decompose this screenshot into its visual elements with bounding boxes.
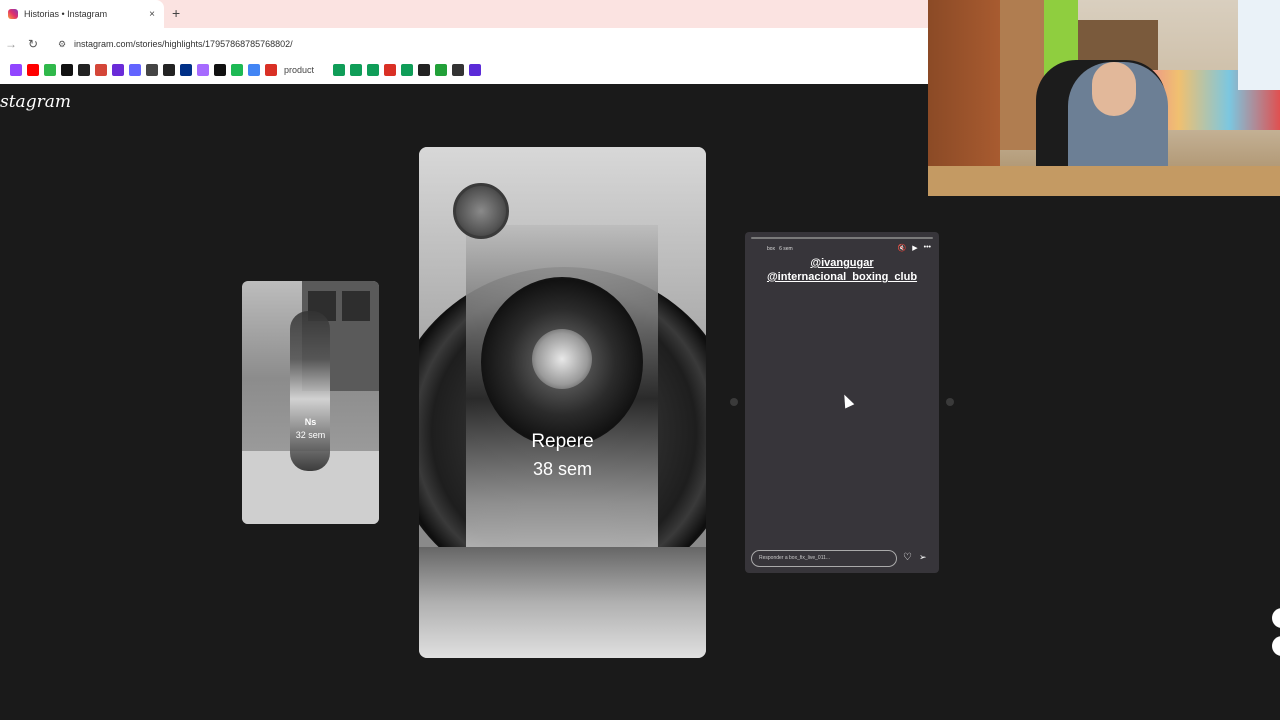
youtube-icon[interactable]: [27, 64, 39, 76]
send-icon[interactable]: ➢: [919, 552, 927, 563]
url-field[interactable]: ⚙ instagram.com/stories/highlights/17957…: [50, 32, 910, 56]
mention-sticker[interactable]: @ivangugar @internacional_boxing_club: [745, 256, 939, 284]
paypal-icon[interactable]: [180, 64, 192, 76]
story-username: Repere: [531, 431, 594, 452]
instagram-logo[interactable]: stagram: [0, 92, 71, 112]
heart-icon[interactable]: ♡: [903, 552, 912, 563]
infinity-icon[interactable]: [146, 64, 158, 76]
more-options-icon[interactable]: •••: [924, 244, 931, 252]
story-label: Repere 38 sem: [419, 431, 706, 480]
story-timestamp: 32 sem: [295, 430, 326, 440]
sheet-icon[interactable]: [401, 64, 414, 76]
twitch-icon[interactable]: [10, 64, 22, 76]
story-preview-left[interactable]: Ns 32 sem: [242, 281, 379, 524]
spotify-icon[interactable]: [231, 64, 243, 76]
mastodon-icon[interactable]: [129, 64, 141, 76]
address-bar: → ↻ ⚙ instagram.com/stories/highlights/1…: [0, 30, 928, 58]
reload-button[interactable]: ↻: [22, 37, 44, 51]
story-preview-main[interactable]: Repere 38 sem: [419, 147, 706, 658]
close-icon[interactable]: ×: [146, 9, 158, 20]
whatsapp-icon[interactable]: [163, 64, 175, 76]
play-icon[interactable]: ▶: [912, 244, 917, 252]
story-header: box 6 sem: [767, 246, 793, 252]
story-thumbnail-image: [290, 311, 330, 471]
c-logo-icon[interactable]: [384, 64, 397, 76]
c-logo-icon[interactable]: [265, 64, 277, 76]
dollar-icon[interactable]: [452, 64, 465, 76]
app-38-icon[interactable]: [44, 64, 56, 76]
bookmark-icon[interactable]: [112, 64, 124, 76]
threads-icon[interactable]: [78, 64, 90, 76]
k-icon[interactable]: [435, 64, 448, 76]
story-timestamp: 38 sem: [532, 459, 593, 479]
gmail-icon[interactable]: [95, 64, 107, 76]
mention-link[interactable]: @ivangugar: [745, 256, 939, 270]
site-info-icon[interactable]: ⚙: [58, 39, 68, 49]
tab-title: Historias • Instagram: [24, 9, 108, 19]
bookmarks-bar: product: [10, 62, 482, 78]
story-controls: 🔇 ▶ •••: [898, 244, 931, 252]
avatar: [453, 183, 509, 239]
sheet-icon[interactable]: [333, 64, 346, 76]
side-handle: [1272, 608, 1280, 628]
square-icon[interactable]: [469, 64, 482, 76]
story-username[interactable]: box: [767, 246, 775, 252]
next-story-button[interactable]: [946, 398, 954, 406]
side-handle: [1272, 636, 1280, 656]
sheet-icon[interactable]: [350, 64, 363, 76]
forward-button[interactable]: →: [0, 37, 22, 51]
story-progress-bar: [751, 237, 933, 239]
tiktok-icon[interactable]: [61, 64, 73, 76]
previous-story-button[interactable]: [730, 398, 738, 406]
reply-input[interactable]: Responder a box_fix_live_011...: [751, 550, 897, 567]
webcam-overlay: [928, 0, 1280, 196]
dot-icon[interactable]: [214, 64, 226, 76]
mention-link[interactable]: @internacional_boxing_club: [745, 270, 939, 284]
github-icon[interactable]: [418, 64, 431, 76]
story-username: Ns: [304, 417, 317, 427]
tab-strip: Historias • Instagram × +: [0, 0, 928, 28]
story-timestamp: 6 sem: [779, 246, 793, 252]
tab-instagram[interactable]: Historias • Instagram ×: [0, 0, 164, 28]
mute-icon[interactable]: 🔇: [898, 244, 907, 252]
story-label: Ns 32 sem: [242, 417, 379, 440]
bookmark-label[interactable]: product: [284, 65, 314, 75]
url-text: instagram.com/stories/highlights/1795786…: [74, 39, 293, 49]
sheet-icon[interactable]: [367, 64, 380, 76]
new-tab-button[interactable]: +: [172, 5, 180, 21]
triangle-icon[interactable]: [197, 64, 209, 76]
play-icon[interactable]: [248, 64, 260, 76]
instagram-favicon-icon: [8, 9, 18, 19]
browser-chrome: Historias • Instagram × + → ↻ ⚙ instagra…: [0, 0, 928, 84]
